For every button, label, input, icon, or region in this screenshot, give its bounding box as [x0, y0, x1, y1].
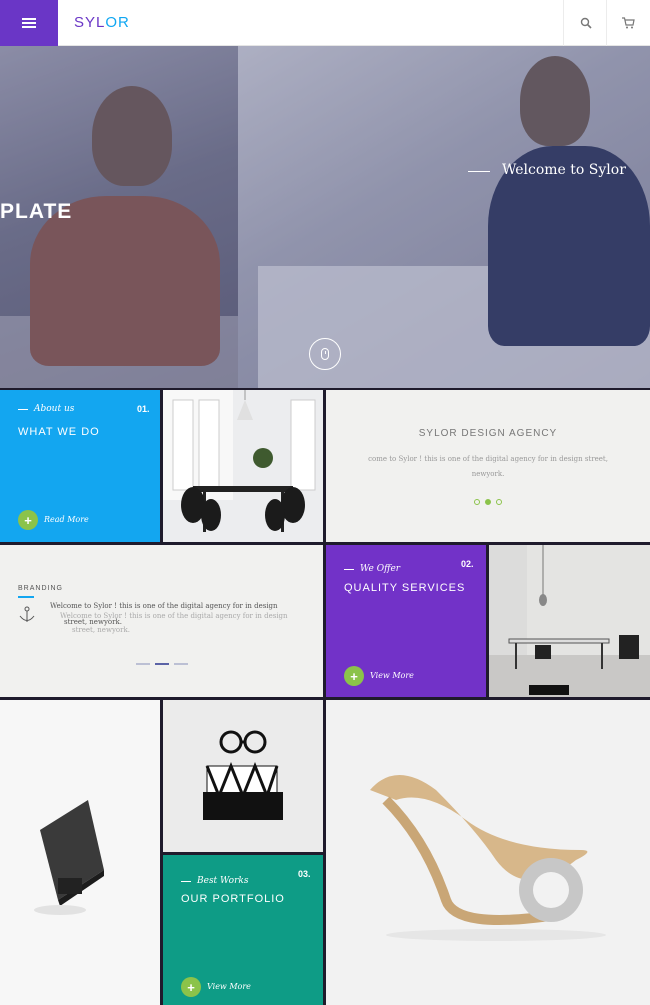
glasses-photo [163, 700, 323, 852]
tile-subtitle: We Offer [360, 564, 401, 574]
tile-line [344, 569, 354, 570]
branding-underline [18, 596, 34, 598]
agency-text-line: newyork. [471, 470, 505, 478]
logo-text: SYL [74, 14, 106, 31]
site-logo[interactable]: SYLOR [74, 14, 130, 31]
slider-dash[interactable] [174, 663, 188, 665]
scroll-down-button[interactable] [309, 338, 341, 370]
cart-button[interactable] [606, 0, 650, 46]
cart-icon [622, 17, 635, 29]
wooden-chair-photo [326, 700, 650, 1005]
view-more-button[interactable]: + [344, 666, 364, 686]
view-more-link[interactable]: View More [370, 671, 414, 680]
hamburger-icon [22, 18, 36, 28]
tile-title: OUR PORTFOLIO [181, 893, 285, 905]
business-card-photo [0, 700, 160, 1005]
tile-subtitle: About us [34, 404, 75, 414]
agency-text-line: come to Sylor ! this is one of the digit… [368, 455, 608, 463]
mouse-icon [321, 348, 329, 360]
agency-slider: SYLOR DESIGN AGENCY come to Sylor ! this… [326, 390, 650, 542]
dining-room-photo [163, 390, 323, 542]
view-more-button[interactable]: + [181, 977, 201, 997]
hero-title: PLATE [0, 200, 73, 223]
office-photo [489, 545, 650, 697]
agency-title: SYLOR DESIGN AGENCY [418, 428, 558, 439]
slider-dot[interactable] [474, 499, 480, 505]
branding-text-line: Welcome to Sylor ! this is one of the di… [50, 602, 278, 610]
tile-subtitle: Best Works [197, 876, 249, 886]
tile-number: 03. [298, 869, 311, 879]
slider-dot-active[interactable] [485, 499, 491, 505]
branding-slider: BRANDING Welcome to Sylor ! this is one … [0, 545, 323, 697]
anchor-icon [19, 606, 35, 622]
tile-line [18, 409, 28, 410]
branding-text: Welcome to Sylor ! this is one of the di… [50, 602, 278, 611]
search-button[interactable] [563, 0, 607, 46]
branding-label: BRANDING [18, 585, 63, 592]
tile-number: 02. [461, 559, 474, 569]
read-more-link[interactable]: Read More [44, 515, 89, 524]
search-icon [580, 17, 592, 29]
services-tile[interactable]: 02. We Offer QUALITY SERVICES + View Mor… [326, 545, 486, 697]
tile-number: 01. [137, 404, 150, 414]
hero-slider[interactable]: PLATE Welcome to Sylor [0, 46, 650, 388]
tile-title: WHAT WE DO [18, 426, 100, 438]
slider-dot[interactable] [496, 499, 502, 505]
agency-text: come to Sylor ! this is one of the digit… [356, 452, 620, 482]
logo-accent-text: OR [105, 14, 130, 31]
site-header: SYLOR [0, 0, 650, 46]
view-more-link[interactable]: View More [207, 982, 251, 991]
slider-dash[interactable] [136, 663, 150, 665]
hero-line [468, 171, 490, 172]
about-tile[interactable]: 01. About us WHAT WE DO + Read More [0, 390, 160, 542]
tile-line [181, 881, 191, 882]
menu-button[interactable] [0, 0, 58, 46]
hero-welcome-text: Welcome to Sylor [502, 162, 626, 178]
slider-dash-active[interactable] [155, 663, 169, 665]
read-more-button[interactable]: + [18, 510, 38, 530]
portfolio-tile[interactable]: 03. Best Works OUR PORTFOLIO + View More [163, 855, 323, 1005]
branding-ghost-second: street, newyork. [72, 626, 130, 634]
tile-title: QUALITY SERVICES [344, 582, 466, 594]
